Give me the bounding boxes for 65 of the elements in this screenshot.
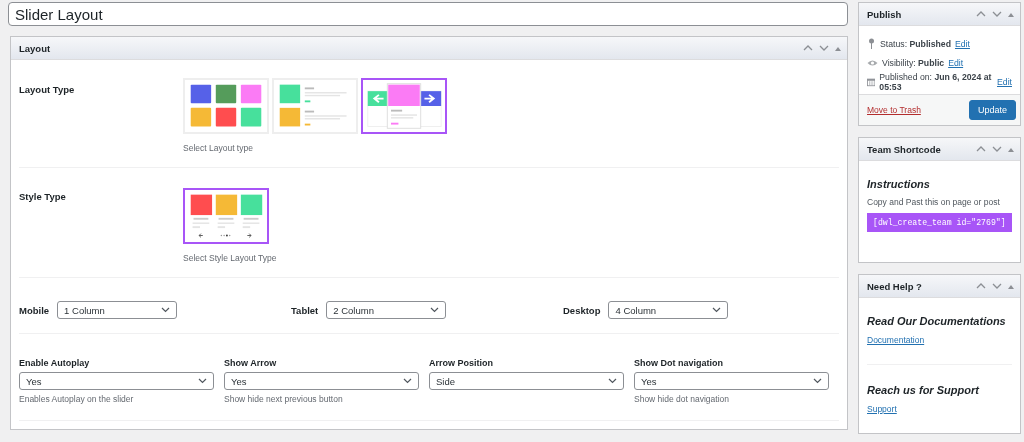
panel-title: Team Shortcode (867, 143, 941, 155)
calendar-icon (867, 76, 876, 87)
dropdown[interactable]: 4 Column (608, 301, 729, 319)
help-text: Show hide dot navigation (634, 394, 730, 404)
section-heading: Reach us for Support (867, 384, 981, 396)
chevron-down-icon (608, 378, 617, 384)
field-label: Show Dot navigation (634, 358, 724, 368)
edit-link[interactable]: Edit (997, 76, 1012, 87)
field-label: Style Type (19, 191, 67, 204)
chevron-down-icon (161, 307, 171, 313)
move-up-icon[interactable] (803, 44, 813, 52)
edit-link[interactable]: Edit (948, 57, 964, 68)
help-text: Select Style Layout Type (183, 253, 278, 263)
status-text: Published on: Jun 6, 2024 at 05:53 (879, 71, 993, 92)
eye-icon (867, 58, 878, 67)
status-text: Status: Published (880, 38, 951, 49)
help-link[interactable]: Documentation (867, 335, 925, 345)
collapse-icon[interactable] (1008, 11, 1014, 17)
panel-title: Need Help ? (867, 280, 922, 292)
update-button[interactable]: Update (968, 100, 1016, 120)
help-text: Show hide next previous button (224, 394, 344, 404)
edit-link[interactable]: Edit (955, 38, 970, 49)
move-down-icon[interactable] (992, 282, 1002, 290)
chevron-down-icon (198, 378, 207, 384)
chevron-down-icon (813, 378, 822, 384)
move-up-icon[interactable] (976, 10, 986, 18)
field-label: Tablet (291, 304, 319, 316)
layout-option[interactable] (361, 78, 447, 134)
collapse-icon[interactable] (1008, 146, 1014, 152)
move-down-icon[interactable] (992, 145, 1002, 153)
section-heading: Instructions (867, 178, 931, 190)
shortcode-text: [dwl_create_team id="2769"] (867, 213, 1012, 232)
move-up-icon[interactable] (976, 145, 986, 153)
pin-icon (867, 38, 876, 49)
chevron-down-icon (430, 307, 440, 313)
field-label: Show Arrow (224, 358, 278, 368)
instruction-text: Copy and Past this on page or post (867, 197, 1001, 207)
panel-title: Publish (867, 8, 902, 20)
dropdown[interactable]: 1 Column (57, 301, 178, 319)
layout-option[interactable] (183, 188, 269, 244)
dropdown[interactable]: 2 Column (326, 301, 447, 319)
move-to-trash-link[interactable]: Move to Trash (867, 105, 921, 115)
move-down-icon[interactable] (819, 44, 829, 52)
dropdown[interactable]: Yes (224, 372, 419, 390)
move-up-icon[interactable] (976, 282, 986, 290)
collapse-icon[interactable] (1008, 283, 1014, 289)
field-label: Mobile (19, 304, 50, 316)
field-label: Enable Autoplay (19, 358, 91, 368)
dropdown[interactable]: Yes (634, 372, 829, 390)
panel-title: Layout (19, 42, 51, 54)
dropdown[interactable]: Yes (19, 372, 214, 390)
section-heading: Read Our Documentations (867, 315, 1007, 327)
field-label: Arrow Position (429, 358, 494, 368)
chevron-down-icon (403, 378, 412, 384)
move-down-icon[interactable] (992, 10, 1002, 18)
dropdown[interactable]: Side (429, 372, 624, 390)
field-label: Desktop (563, 304, 601, 316)
chevron-down-icon (712, 307, 722, 313)
collapse-icon[interactable] (835, 45, 841, 51)
help-link[interactable]: Support (867, 404, 897, 414)
help-text: Enables Autoplay on the slider (19, 394, 135, 404)
status-text: Visibility: Public (882, 57, 945, 68)
title-field[interactable]: Slider Layout (8, 2, 848, 26)
help-text: Select Layout type (183, 143, 254, 153)
field-label: Layout Type (19, 84, 76, 97)
